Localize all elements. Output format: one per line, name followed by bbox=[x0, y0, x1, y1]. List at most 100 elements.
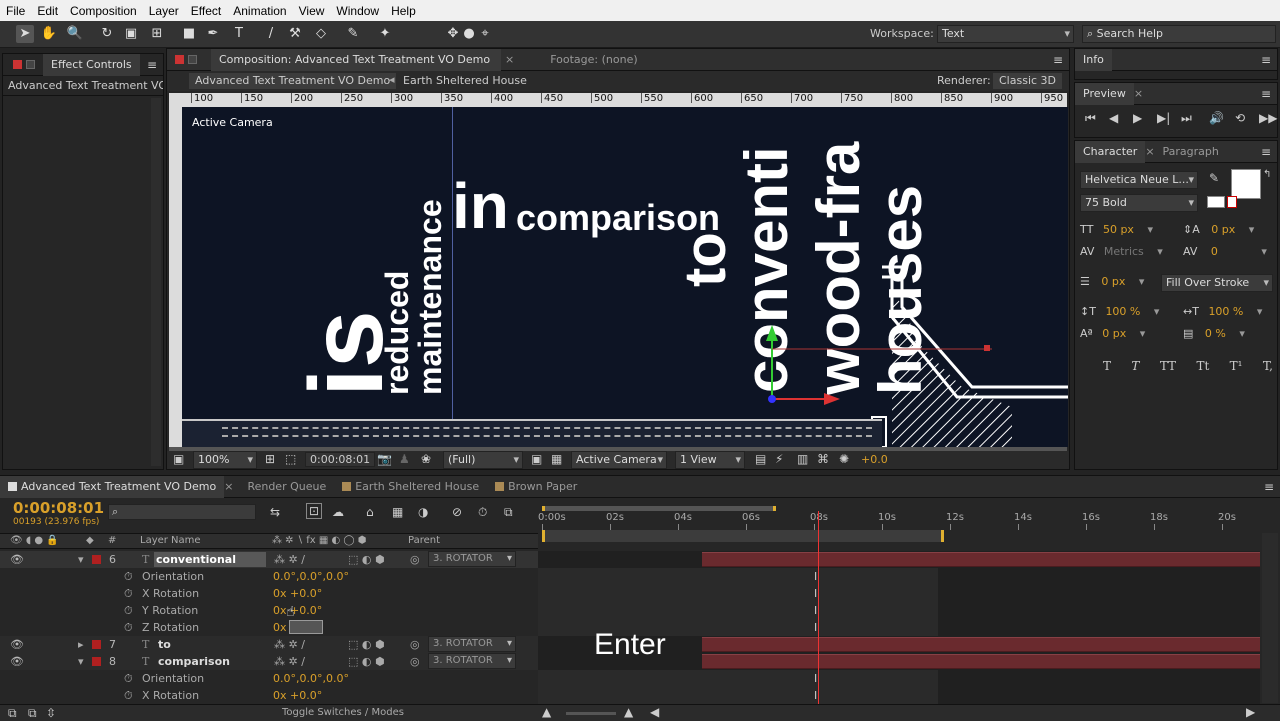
font-style-dropdown[interactable]: 75 Bold bbox=[1080, 194, 1198, 212]
close-icon[interactable]: × bbox=[1134, 87, 1143, 100]
layer-name[interactable]: to bbox=[158, 636, 171, 653]
stopwatch-icon[interactable]: ⏱ bbox=[124, 687, 133, 704]
rotate-tool-icon[interactable]: ↻ bbox=[98, 25, 116, 43]
menu-view[interactable]: View bbox=[293, 4, 331, 18]
expand-arrow-icon[interactable]: ▾ bbox=[78, 653, 84, 670]
keyframe-icon[interactable]: I bbox=[814, 621, 817, 634]
chevron-down-icon[interactable]: ▾ bbox=[1154, 305, 1160, 318]
brainstorm-icon[interactable]: ◑ bbox=[418, 505, 428, 519]
switches-icons[interactable]: ⁂ ✲ ∕ bbox=[274, 636, 305, 653]
layer-bar-6[interactable] bbox=[702, 552, 1260, 567]
menu-layer[interactable]: Layer bbox=[143, 4, 185, 18]
composition-canvas[interactable]: Active Camera is reduced maintenance in … bbox=[182, 107, 1068, 447]
resolution-dropdown[interactable]: (Full) bbox=[443, 451, 523, 469]
chevron-down-icon[interactable]: ▾ bbox=[1139, 275, 1145, 288]
transform-gizmo[interactable] bbox=[762, 319, 992, 409]
lock-icon[interactable] bbox=[26, 60, 35, 69]
label-color-icon[interactable] bbox=[92, 657, 101, 666]
ram-preview-icon[interactable]: ▶▶ bbox=[1259, 111, 1277, 125]
chevron-down-icon[interactable]: ▾ bbox=[1239, 327, 1245, 340]
3d-switch-icons[interactable]: ⬚ ◐ ⬢ bbox=[348, 551, 385, 568]
view-camera-dropdown[interactable]: Active Camera bbox=[571, 451, 667, 469]
scroll-right-icon[interactable]: ▶ bbox=[1246, 705, 1255, 719]
frame-blending-icon[interactable]: ⌂ bbox=[366, 505, 374, 519]
panel-menu-icon[interactable]: ≡ bbox=[147, 58, 157, 72]
timeline-tracks[interactable]: Enter I I I I I I bbox=[538, 511, 1260, 704]
always-preview-icon[interactable]: ▣ bbox=[173, 452, 184, 466]
canvas-text-in[interactable]: in bbox=[452, 169, 509, 243]
toggle-switches-modes-button[interactable]: Toggle Switches / Modes bbox=[282, 707, 404, 718]
prop-value[interactable]: 0.0°,0.0°,0.0° bbox=[273, 670, 349, 687]
magnification-dropdown[interactable]: 100% bbox=[193, 451, 257, 469]
pickwhip-icon[interactable]: ◎ bbox=[410, 653, 420, 670]
tracking-value[interactable]: 0 bbox=[1211, 245, 1218, 258]
first-frame-icon[interactable]: ⏮ bbox=[1085, 111, 1096, 126]
menu-file[interactable]: File bbox=[0, 4, 31, 18]
font-family-dropdown[interactable]: Helvetica Neue L... bbox=[1080, 171, 1198, 189]
close-icon[interactable]: × bbox=[224, 480, 233, 493]
layer-row-7[interactable]: 👁 ▸ 7 T to ⁂ ✲ ∕ ⬚ ◐ ⬢ ◎ 3. ROTATOR bbox=[0, 636, 538, 653]
timeline-vscroll[interactable] bbox=[1262, 533, 1278, 703]
3d-switch-icons[interactable]: ⬚ ◐ ⬢ bbox=[348, 636, 385, 653]
camera-tool-icon[interactable]: ▣ bbox=[122, 25, 140, 43]
current-time-indicator[interactable] bbox=[818, 511, 819, 704]
exposure-value[interactable]: +0.0 bbox=[861, 453, 888, 466]
mask-visibility-icon[interactable]: ⬚ bbox=[285, 452, 296, 466]
hand-tool-icon[interactable]: ✋ bbox=[40, 25, 58, 43]
timeline-search-field[interactable]: ⌕ bbox=[108, 504, 256, 520]
keyframe-icon[interactable]: I bbox=[814, 570, 817, 583]
prop-value[interactable]: 0x +0.0° bbox=[273, 602, 322, 619]
zoom-slider[interactable] bbox=[566, 712, 616, 715]
kerning-value[interactable]: Metrics bbox=[1104, 245, 1144, 258]
stopwatch-icon[interactable]: ⏱ bbox=[124, 619, 133, 636]
tab-brown-paper[interactable]: Brown Paper bbox=[487, 476, 585, 498]
close-icon[interactable]: × bbox=[1145, 145, 1154, 158]
tab-character[interactable]: Character bbox=[1075, 140, 1146, 163]
rectangle-tool-icon[interactable]: ■ bbox=[180, 25, 198, 43]
transparency-grid-icon[interactable]: ▦ bbox=[551, 452, 562, 466]
vertical-scale-value[interactable]: 100 % bbox=[1105, 305, 1140, 318]
tab-composition[interactable]: Composition: Advanced Text Treatment VO … bbox=[211, 48, 501, 71]
view-axis-icon[interactable]: ⌖ bbox=[476, 25, 494, 43]
label-color-icon[interactable] bbox=[92, 640, 101, 649]
eyedropper-icon[interactable]: ✎ bbox=[1209, 171, 1219, 185]
time-ruler[interactable]: 0:00s02s04s06s08s10s12s14s16s18s20s bbox=[538, 506, 1260, 546]
pan-behind-tool-icon[interactable]: ⊞ bbox=[148, 25, 166, 43]
eye-icon[interactable]: 👁 bbox=[10, 636, 24, 653]
layer-name-header[interactable]: Layer Name bbox=[140, 535, 201, 546]
stroke-width-value[interactable]: 0 px bbox=[1101, 275, 1125, 288]
current-time-field[interactable]: 0:00:08:01 bbox=[305, 452, 376, 467]
eye-icon[interactable]: 👁 bbox=[10, 653, 24, 670]
graph-editor-icon[interactable]: ⏱ bbox=[478, 505, 487, 520]
eraser-tool-icon[interactable]: ◇ bbox=[312, 25, 330, 43]
eye-icon[interactable]: 👁 bbox=[10, 551, 24, 568]
subscript-button[interactable]: T, bbox=[1263, 359, 1273, 373]
tab-info[interactable]: Info bbox=[1075, 48, 1112, 71]
pickwhip-icon[interactable]: ◎ bbox=[410, 636, 420, 653]
chevron-down-icon[interactable]: ▾ bbox=[1261, 245, 1267, 258]
superscript-button[interactable]: T¹ bbox=[1230, 359, 1243, 373]
panel-menu-icon[interactable]: ≡ bbox=[1261, 87, 1271, 101]
zoom-out-icon[interactable]: ▲ bbox=[542, 705, 551, 719]
play-icon[interactable]: ▶ bbox=[1133, 111, 1142, 125]
parent-dropdown[interactable]: 3. ROTATOR bbox=[428, 636, 516, 652]
current-timecode[interactable]: 0:00:08:01 bbox=[13, 499, 104, 517]
menu-animation[interactable]: Animation bbox=[227, 4, 292, 18]
menu-help[interactable]: Help bbox=[385, 4, 422, 18]
toggle-pixel-aspect-icon[interactable]: ▤ bbox=[755, 452, 766, 466]
prop-value[interactable]: 0x +0.0° bbox=[273, 687, 322, 704]
keyframe-icon[interactable]: I bbox=[814, 672, 817, 685]
layer-row-8[interactable]: 👁 ▾ 8 T comparison ⁂ ✲ ∕ ⬚ ◐ ⬢ ◎ 3. ROTA… bbox=[0, 653, 538, 670]
auto-keyframe-icon[interactable]: ⊘ bbox=[452, 505, 462, 519]
leading-value[interactable]: 0 px bbox=[1211, 223, 1235, 236]
all-caps-button[interactable]: TT bbox=[1160, 359, 1176, 373]
scroll-left-icon[interactable]: ◀ bbox=[650, 705, 659, 719]
selection-tool-icon[interactable]: ➤ bbox=[16, 25, 34, 43]
prop-value[interactable]: 0x +0.0° bbox=[273, 585, 322, 602]
baseline-shift-value[interactable]: 0 px bbox=[1102, 327, 1126, 340]
prop-value[interactable]: 0.0°,0.0°,0.0° bbox=[273, 568, 349, 585]
font-size-value[interactable]: 50 px bbox=[1103, 223, 1134, 236]
menu-effect[interactable]: Effect bbox=[185, 4, 227, 18]
canvas-text-reduced[interactable]: reduced bbox=[379, 271, 416, 395]
horizontal-scale-value[interactable]: 100 % bbox=[1208, 305, 1243, 318]
